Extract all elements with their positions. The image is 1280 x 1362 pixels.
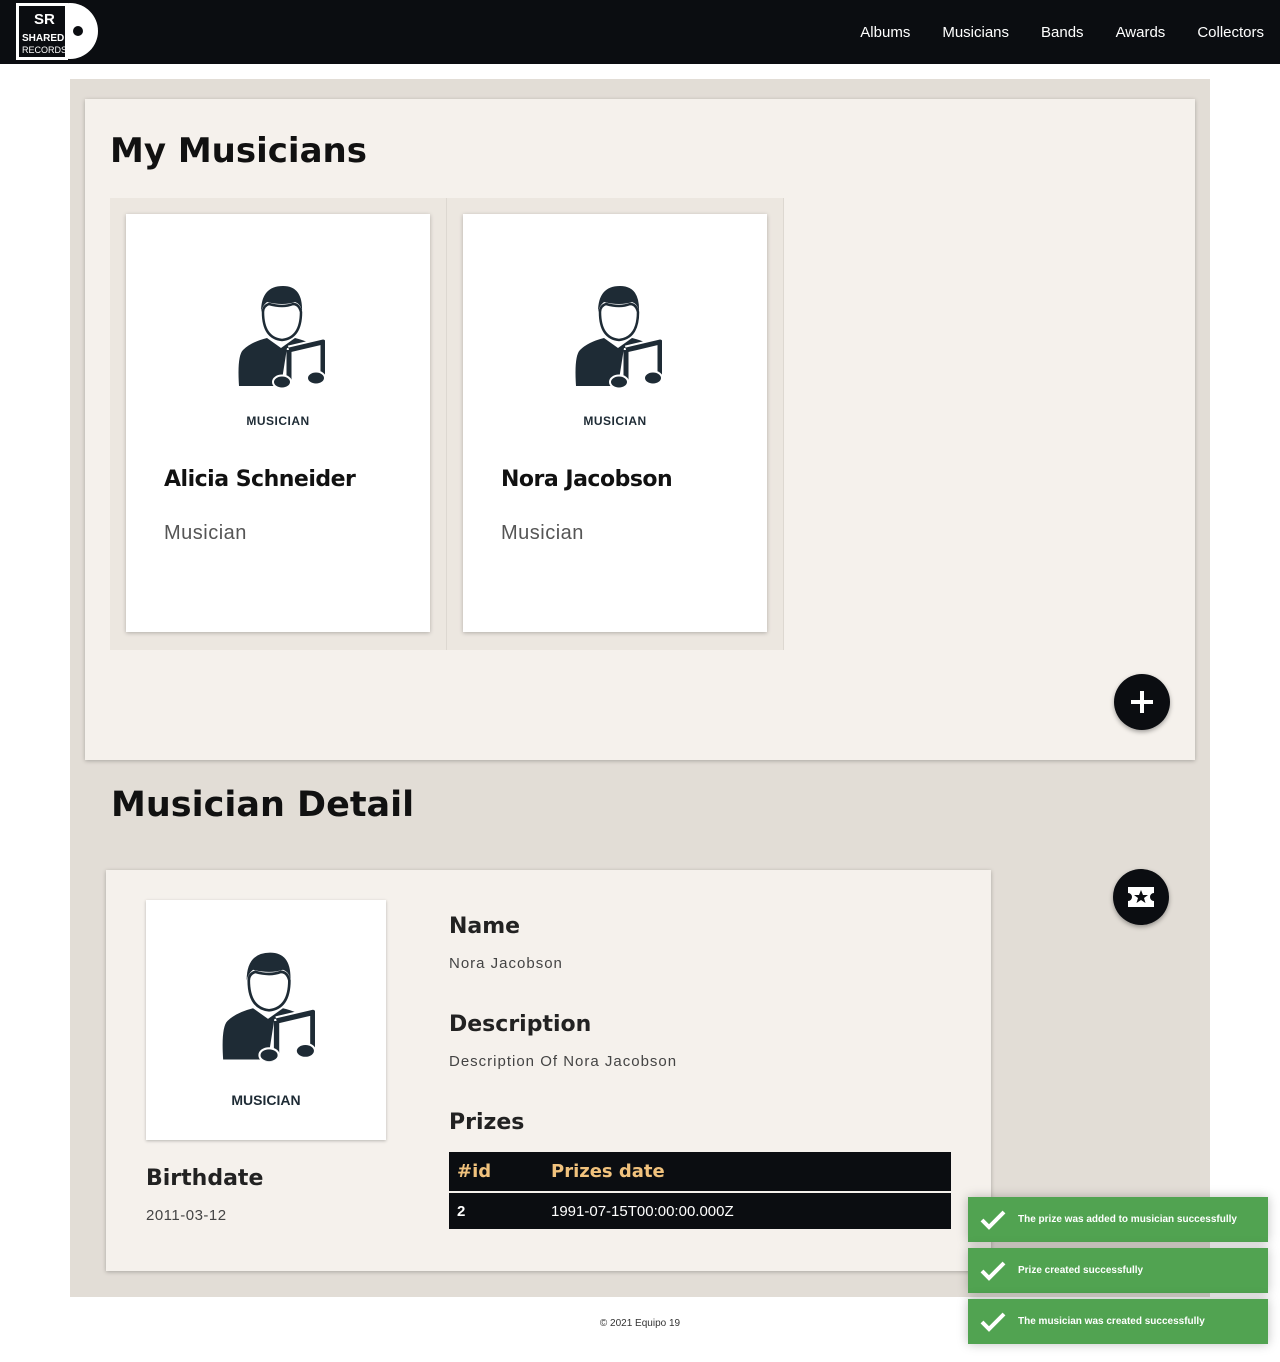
musician-name: Alicia Schneider bbox=[164, 467, 356, 492]
musician-detail-image: MUSICIAN bbox=[146, 900, 386, 1140]
musician-role: Musician bbox=[501, 522, 584, 544]
musician-name: Nora Jacobson bbox=[501, 467, 673, 492]
toast-message: The musician was created successfully bbox=[1018, 1316, 1205, 1327]
svg-text:SR: SR bbox=[34, 11, 55, 28]
musician-icon bbox=[574, 282, 662, 388]
musician-detail-title: Musician Detail bbox=[111, 785, 415, 825]
musician-image-label: MUSICIAN bbox=[246, 414, 310, 428]
check-icon bbox=[968, 1248, 1018, 1293]
svg-text:SHARED: SHARED bbox=[22, 33, 64, 44]
musician-role: Musician bbox=[164, 522, 247, 544]
musician-card[interactable]: MUSICIAN Nora Jacobson Musician bbox=[463, 214, 767, 632]
column-header-id: #id bbox=[449, 1152, 543, 1193]
name-value: Nora Jacobson bbox=[449, 955, 563, 972]
add-prize-button[interactable] bbox=[1113, 869, 1169, 925]
toast-notification[interactable]: Prize created successfully bbox=[968, 1248, 1268, 1293]
prizes-table: #id Prizes date 2 1991-07-15T00:00:00.00… bbox=[449, 1152, 951, 1229]
toast-notification[interactable]: The prize was added to musician successf… bbox=[968, 1197, 1268, 1242]
musician-card[interactable]: MUSICIAN Alicia Schneider Musician bbox=[126, 214, 430, 632]
musicians-grid: MUSICIAN Alicia Schneider Musician MUSIC… bbox=[110, 198, 784, 650]
check-icon bbox=[968, 1299, 1018, 1344]
svg-text:RECORDS: RECORDS bbox=[22, 45, 67, 55]
musician-icon bbox=[237, 282, 325, 388]
nav-musicians[interactable]: Musicians bbox=[942, 24, 1009, 41]
grid-divider bbox=[446, 198, 447, 650]
musician-detail-card: MUSICIAN Birthdate 2011-03-12 Name Nora … bbox=[106, 870, 991, 1271]
prizes-label: Prizes bbox=[449, 1110, 525, 1135]
description-value: Description Of Nora Jacobson bbox=[449, 1053, 678, 1070]
musician-image-label: MUSICIAN bbox=[231, 1092, 301, 1108]
birthdate-label: Birthdate bbox=[146, 1166, 264, 1191]
plus-icon bbox=[1131, 691, 1153, 713]
column-header-prizes-date: Prizes date bbox=[543, 1152, 951, 1193]
add-musician-button[interactable] bbox=[1114, 674, 1170, 730]
my-musicians-panel: My Musicians MUSICIAN Alicia Schneider M… bbox=[85, 99, 1195, 760]
birthdate-value: 2011-03-12 bbox=[146, 1207, 227, 1224]
musician-image-label: MUSICIAN bbox=[583, 414, 647, 428]
description-label: Description bbox=[449, 1012, 592, 1037]
nav-collectors[interactable]: Collectors bbox=[1197, 24, 1264, 41]
navbar: SR SHARED RECORDS Albums Musicians Bands… bbox=[0, 0, 1280, 64]
name-label: Name bbox=[449, 914, 521, 939]
nav-albums[interactable]: Albums bbox=[860, 24, 910, 41]
prize-date-cell: 1991-07-15T00:00:00.000Z bbox=[543, 1192, 951, 1229]
my-musicians-title: My Musicians bbox=[110, 131, 367, 171]
ticket-star-icon bbox=[1128, 887, 1154, 907]
toast-message: The prize was added to musician successf… bbox=[1018, 1214, 1237, 1225]
nav-awards[interactable]: Awards bbox=[1116, 24, 1166, 41]
check-icon bbox=[968, 1197, 1018, 1242]
toast-message: Prize created successfully bbox=[1018, 1265, 1144, 1276]
table-header-row: #id Prizes date bbox=[449, 1152, 951, 1193]
table-row: 2 1991-07-15T00:00:00.000Z bbox=[449, 1192, 951, 1229]
prize-id-cell: 2 bbox=[449, 1192, 543, 1229]
nav-links: Albums Musicians Bands Awards Collectors bbox=[828, 0, 1264, 64]
nav-bands[interactable]: Bands bbox=[1041, 24, 1084, 41]
main-container: My Musicians MUSICIAN Alicia Schneider M… bbox=[70, 79, 1210, 1297]
musician-icon bbox=[221, 948, 315, 1062]
shared-records-logo[interactable]: SR SHARED RECORDS bbox=[16, 3, 100, 60]
toast-notification[interactable]: The musician was created successfully bbox=[968, 1299, 1268, 1344]
